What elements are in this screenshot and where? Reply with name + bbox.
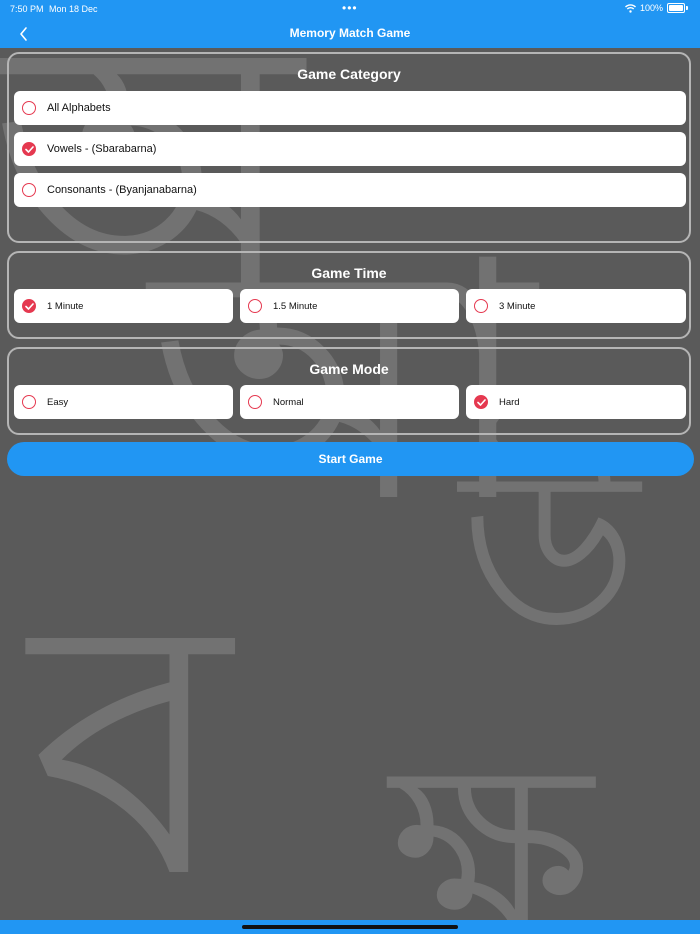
checkmark-icon — [476, 398, 486, 406]
option-label: All Alphabets — [47, 102, 111, 114]
battery-tip — [686, 6, 688, 10]
bg-letter: ক্ষ — [390, 707, 593, 921]
radio-unchecked-icon[interactable] — [22, 183, 36, 197]
checkmark-icon — [24, 145, 34, 153]
mode-option-easy[interactable]: Easy — [14, 385, 233, 419]
multitasking-dots-icon[interactable]: ••• — [342, 1, 358, 15]
category-option-all-alphabets[interactable]: All Alphabets — [14, 91, 686, 125]
game-mode-title: Game Mode — [309, 361, 389, 377]
option-label: Normal — [273, 396, 304, 408]
time-option-3-minute[interactable]: 3 Minute — [466, 289, 686, 323]
time-option-1-5-minute[interactable]: 1.5 Minute — [240, 289, 459, 323]
option-label: Vowels - (Sbarabarna) — [47, 143, 157, 155]
radio-checked-icon[interactable] — [474, 395, 488, 409]
option-label: Consonants - (Byanjanabarna) — [47, 184, 197, 196]
status-bar: 7:50 PM Mon 18 Dec ••• 100% — [0, 0, 700, 17]
category-option-vowels[interactable]: Vowels - (Sbarabarna) — [14, 132, 686, 166]
radio-unchecked-icon[interactable] — [248, 395, 262, 409]
mode-option-normal[interactable]: Normal — [240, 385, 459, 419]
option-label: 3 Minute — [499, 300, 536, 312]
page-title: Memory Match Game — [289, 26, 411, 40]
battery-icon — [667, 3, 685, 13]
radio-unchecked-icon[interactable] — [474, 299, 488, 313]
game-time-title: Game Time — [311, 265, 387, 281]
option-label: 1.5 Minute — [273, 300, 318, 312]
home-indicator[interactable] — [242, 925, 458, 929]
radio-unchecked-icon[interactable] — [248, 299, 262, 313]
radio-unchecked-icon[interactable] — [22, 101, 36, 115]
radio-unchecked-icon[interactable] — [22, 395, 36, 409]
radio-checked-icon[interactable] — [22, 142, 36, 156]
category-option-consonants[interactable]: Consonants - (Byanjanabarna) — [14, 173, 686, 207]
status-right: 100% — [624, 3, 688, 13]
option-label: 1 Minute — [47, 300, 84, 312]
start-game-button[interactable]: Start Game — [7, 442, 694, 476]
option-label: Easy — [47, 396, 69, 408]
status-date: Mon 18 Dec — [49, 4, 98, 14]
radio-checked-icon[interactable] — [22, 299, 36, 313]
battery-percent: 100% — [639, 3, 663, 13]
option-label: Hard — [499, 396, 520, 408]
top-bar: 7:50 PM Mon 18 Dec ••• 100% Memory Match… — [0, 0, 700, 48]
wifi-icon — [624, 3, 636, 13]
status-time: 7:50 PM — [10, 4, 44, 14]
checkmark-icon — [24, 302, 34, 310]
mode-option-hard[interactable]: Hard — [466, 385, 686, 419]
bg-letter: ব — [30, 538, 231, 921]
time-option-1-minute[interactable]: 1 Minute — [14, 289, 233, 323]
game-category-title: Game Category — [297, 66, 401, 82]
